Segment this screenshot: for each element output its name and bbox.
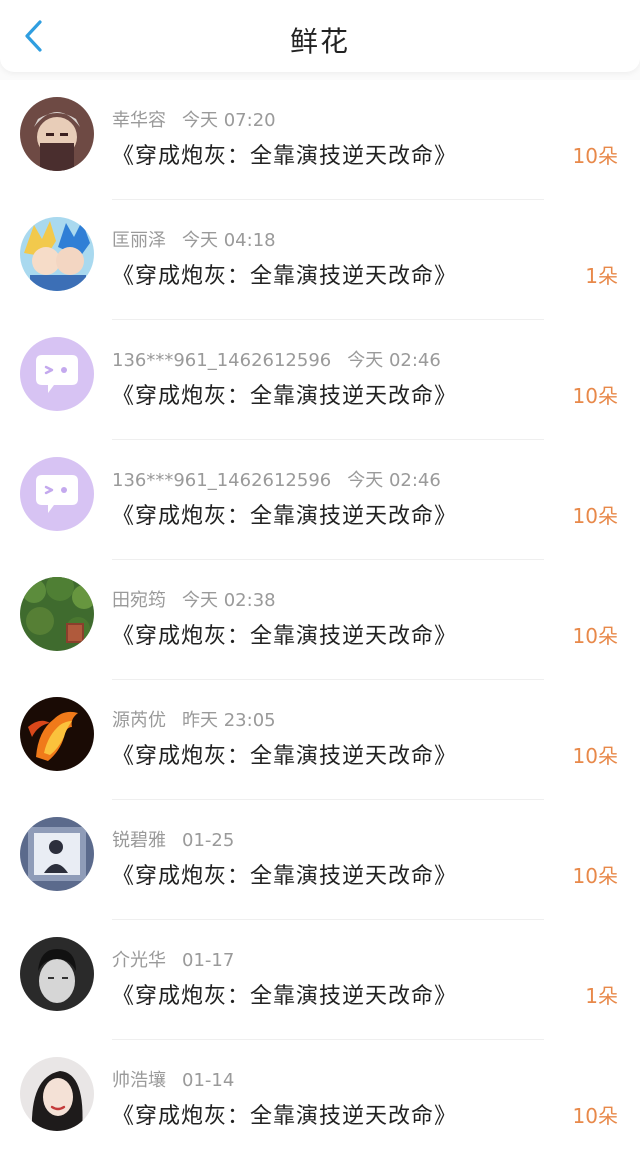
list-item[interactable]: 匡丽泽 今天 04:18 《穿成炮灰：全靠演技逆天改命》 1朵 bbox=[0, 200, 640, 320]
time-label: 01-17 bbox=[182, 950, 235, 971]
avatar[interactable] bbox=[20, 337, 94, 411]
photo-collage-avatar bbox=[20, 817, 94, 891]
fire-horse-avatar bbox=[20, 697, 94, 771]
time-label: 昨天 23:05 bbox=[182, 710, 276, 731]
flower-count: 10朵 bbox=[572, 624, 618, 648]
list-item[interactable]: 田宛筠 今天 02:38 《穿成炮灰：全靠演技逆天改命》 10朵 bbox=[0, 560, 640, 680]
list-item[interactable]: 介光华 01-17 《穿成炮灰：全靠演技逆天改命》 1朵 bbox=[0, 920, 640, 1040]
page-title: 鲜花 bbox=[289, 25, 350, 58]
flower-count: 10朵 bbox=[572, 384, 618, 408]
list-item[interactable]: 136***961_1462612596 今天 02:46 《穿成炮灰：全靠演技逆… bbox=[0, 320, 640, 440]
book-title: 《穿成炮灰：全靠演技逆天改命》 bbox=[112, 984, 458, 1009]
item-meta: 136***961_1462612596 今天 02:46 bbox=[112, 346, 441, 372]
avatar[interactable] bbox=[20, 457, 94, 531]
user-name: 帅浩壤 bbox=[112, 1070, 166, 1091]
list-item[interactable]: 136***961_1462612596 今天 02:46 《穿成炮灰：全靠演技逆… bbox=[0, 440, 640, 560]
time-label: 01-25 bbox=[182, 830, 235, 851]
book-title: 《穿成炮灰：全靠演技逆天改命》 bbox=[112, 1104, 458, 1129]
user-name: 匡丽泽 bbox=[112, 230, 166, 251]
book-title: 《穿成炮灰：全靠演技逆天改命》 bbox=[112, 624, 458, 649]
time-label: 01-14 bbox=[182, 1070, 235, 1091]
flower-count: 1朵 bbox=[585, 984, 618, 1008]
time-label: 今天 02:46 bbox=[347, 470, 441, 491]
avatar[interactable] bbox=[20, 1057, 94, 1131]
item-meta: 田宛筠 今天 02:38 bbox=[112, 586, 276, 612]
ivy-wall-avatar bbox=[20, 577, 94, 651]
item-meta: 锐碧雅 01-25 bbox=[112, 826, 234, 852]
book-title: 《穿成炮灰：全靠演技逆天改命》 bbox=[112, 504, 458, 529]
user-name: 田宛筠 bbox=[112, 590, 166, 611]
avatar[interactable] bbox=[20, 217, 94, 291]
anime-man-avatar bbox=[20, 97, 94, 171]
list-item[interactable]: 锐碧雅 01-25 《穿成炮灰：全靠演技逆天改命》 10朵 bbox=[0, 800, 640, 920]
time-label: 今天 07:20 bbox=[182, 110, 276, 131]
item-meta: 136***961_1462612596 今天 02:46 bbox=[112, 466, 441, 492]
avatar[interactable] bbox=[20, 577, 94, 651]
item-meta: 介光华 01-17 bbox=[112, 946, 234, 972]
book-title: 《穿成炮灰：全靠演技逆天改命》 bbox=[112, 264, 458, 289]
item-meta: 帅浩壤 01-14 bbox=[112, 1066, 234, 1092]
item-meta: 幸华容 今天 07:20 bbox=[112, 106, 276, 132]
flower-count: 10朵 bbox=[572, 864, 618, 888]
user-name: 136***961_1462612596 bbox=[112, 470, 332, 491]
default-chat-avatar bbox=[20, 337, 94, 411]
time-label: 今天 04:18 bbox=[182, 230, 276, 251]
flower-count: 10朵 bbox=[572, 744, 618, 768]
list-item[interactable]: 帅浩壤 01-14 《穿成炮灰：全靠演技逆天改命》 10朵 bbox=[0, 1040, 640, 1153]
time-label: 今天 02:38 bbox=[182, 590, 276, 611]
default-chat-avatar bbox=[20, 457, 94, 531]
flower-list: 幸华容 今天 07:20 《穿成炮灰：全靠演技逆天改命》 10朵 匡丽泽 今天 04… bbox=[0, 80, 640, 1153]
book-title: 《穿成炮灰：全靠演技逆天改命》 bbox=[112, 384, 458, 409]
man-portrait-avatar bbox=[20, 937, 94, 1011]
user-name: 锐碧雅 bbox=[112, 830, 166, 851]
flower-count: 10朵 bbox=[572, 504, 618, 528]
avatar[interactable] bbox=[20, 937, 94, 1011]
book-title: 《穿成炮灰：全靠演技逆天改命》 bbox=[112, 864, 458, 889]
flower-count: 1朵 bbox=[585, 264, 618, 288]
user-name: 介光华 bbox=[112, 950, 166, 971]
book-title: 《穿成炮灰：全靠演技逆天改命》 bbox=[112, 144, 458, 169]
avatar[interactable] bbox=[20, 697, 94, 771]
flower-count: 10朵 bbox=[572, 144, 618, 168]
list-item[interactable]: 幸华容 今天 07:20 《穿成炮灰：全靠演技逆天改命》 10朵 bbox=[0, 80, 640, 200]
list-item[interactable]: 源芮优 昨天 23:05 《穿成炮灰：全靠演技逆天改命》 10朵 bbox=[0, 680, 640, 800]
item-meta: 匡丽泽 今天 04:18 bbox=[112, 226, 276, 252]
flowers-page: 鲜花 幸华容 今天 07:20 《穿成炮灰：全靠演技逆天改命》 10朵 匡丽泽 … bbox=[0, 0, 640, 1153]
user-name: 源芮优 bbox=[112, 710, 166, 731]
avatar[interactable] bbox=[20, 97, 94, 171]
flower-count: 10朵 bbox=[572, 1104, 618, 1128]
woman-portrait-avatar bbox=[20, 1057, 94, 1131]
user-name: 幸华容 bbox=[112, 110, 166, 131]
anime-couple-avatar bbox=[20, 217, 94, 291]
book-title: 《穿成炮灰：全靠演技逆天改命》 bbox=[112, 744, 458, 769]
user-name: 136***961_1462612596 bbox=[112, 350, 332, 371]
item-meta: 源芮优 昨天 23:05 bbox=[112, 706, 276, 732]
top-bar: 鲜花 bbox=[0, 0, 640, 72]
time-label: 今天 02:46 bbox=[347, 350, 441, 371]
avatar[interactable] bbox=[20, 817, 94, 891]
